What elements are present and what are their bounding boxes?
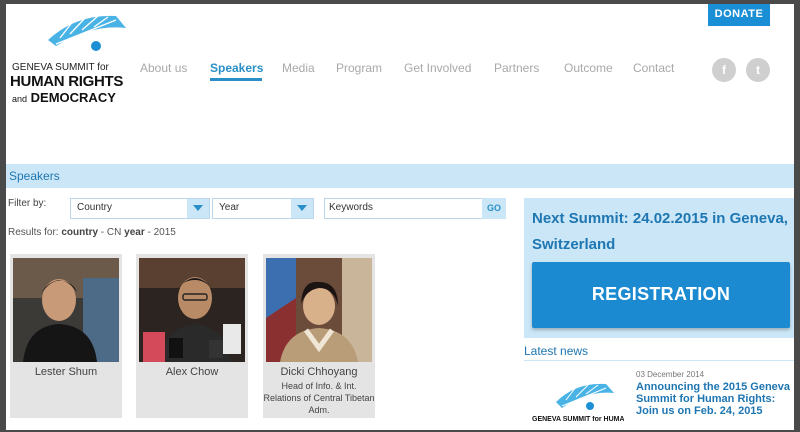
nav-program[interactable]: Program [336, 61, 382, 75]
speaker-name: Lester Shum [34, 366, 98, 378]
next-summit-panel: Next Summit: 24.02.2015 in Geneva, Switz… [524, 198, 794, 338]
divider [524, 360, 794, 361]
news-title-link[interactable]: Announcing the 2015 Geneva Summit for Hu… [636, 381, 794, 417]
country-select-value: Country [77, 202, 113, 213]
keywords-input[interactable]: Keywords [324, 198, 484, 219]
next-summit-title: Next Summit: 24.02.2015 in Geneva, Switz… [532, 210, 788, 253]
speaker-photo [139, 258, 245, 362]
facebook-icon[interactable]: f [712, 58, 736, 82]
year-select-value: Year [219, 202, 240, 213]
nav-partners[interactable]: Partners [494, 61, 539, 75]
news-thumbnail[interactable]: GENEVA SUMMIT for HUMAN RIGHTS [532, 376, 624, 430]
twitter-icon[interactable]: t [746, 58, 770, 82]
speaker-card[interactable]: Dicki Chhoyang Head of Info. & Int. Rela… [263, 254, 375, 418]
speaker-name: Dicki Chhoyang [280, 366, 358, 378]
news-date: 03 December 2014 [636, 370, 705, 379]
nav-get-involved[interactable]: Get Involved [404, 61, 471, 75]
nav-outcome[interactable]: Outcome [564, 61, 613, 75]
page: GENEVA SUMMIT for HUMAN RIGHTS and DEMOC… [6, 4, 794, 430]
logo-line-2: HUMAN RIGHTS [10, 73, 124, 90]
nav-contact[interactable]: Contact [633, 61, 674, 75]
go-button[interactable]: GO [482, 198, 506, 219]
summit-globe-icon [48, 15, 126, 51]
registration-button[interactable]: REGISTRATION [532, 262, 790, 328]
year-select[interactable]: Year [212, 198, 314, 219]
results-summary: Results for: country - CN year - 2015 [8, 227, 176, 238]
section-title: Speakers [9, 169, 60, 183]
nav-media[interactable]: Media [282, 61, 315, 75]
country-select[interactable]: Country [70, 198, 210, 219]
filter-label: Filter by: [8, 198, 47, 209]
registration-label: REGISTRATION [591, 284, 731, 304]
keywords-placeholder: Keywords [329, 202, 373, 213]
nav-speakers[interactable]: Speakers [210, 61, 263, 75]
nav-active-underline [210, 78, 262, 81]
nav-about-us[interactable]: About us [140, 61, 187, 75]
donate-button[interactable]: DONATE [708, 4, 770, 26]
speaker-name: Alex Chow [165, 366, 219, 378]
site-logo[interactable]: GENEVA SUMMIT for HUMAN RIGHTS and DEMOC… [10, 10, 128, 110]
logo-line-3: and DEMOCRACY [12, 90, 116, 105]
logo-line-1: GENEVA SUMMIT for [12, 62, 109, 73]
chevron-down-icon[interactable] [291, 199, 313, 218]
speaker-card[interactable]: Lester Shum [10, 254, 122, 418]
speaker-card[interactable]: Alex Chow [136, 254, 248, 418]
speaker-role: Head of Info. & Int. Relations of Centra… [263, 381, 375, 415]
latest-news-heading: Latest news [524, 344, 589, 358]
speaker-photo [266, 258, 372, 362]
speaker-photo [13, 258, 119, 362]
chevron-down-icon[interactable] [187, 199, 209, 218]
news-logo-text: GENEVA SUMMIT for HUMAN RIGHTS [532, 416, 624, 423]
speakers-section-bar: Speakers [6, 164, 794, 188]
